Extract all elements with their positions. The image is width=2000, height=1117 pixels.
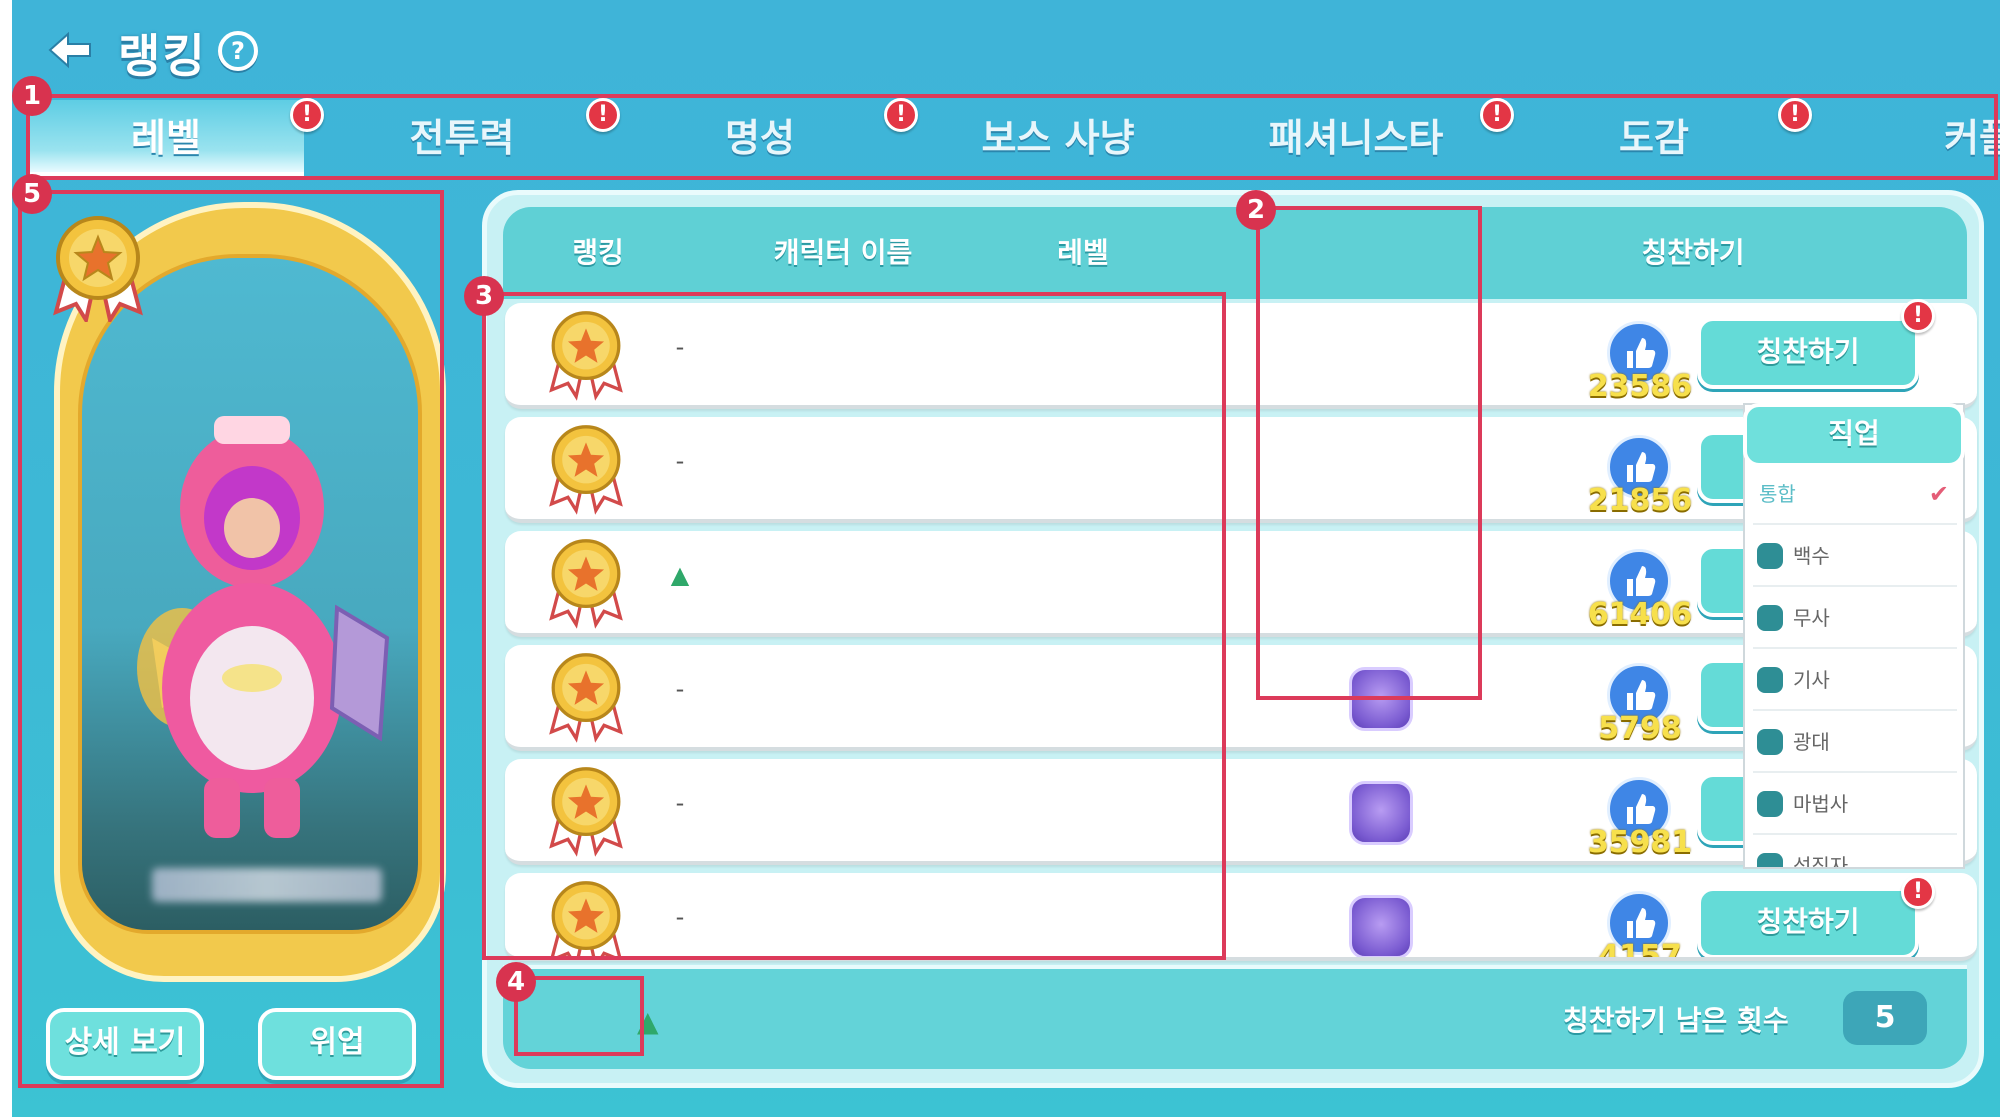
rank-change: -: [675, 675, 685, 703]
tab-level[interactable]: 레벨: [28, 100, 304, 176]
detail-view-button[interactable]: 상세 보기: [46, 1008, 204, 1080]
praise-alert-icon: !: [1901, 875, 1935, 909]
back-arrow-icon[interactable]: [46, 30, 94, 70]
job-mage-icon: [1349, 895, 1413, 957]
ranking-screen: 랭킹 ? 레벨 전투력 명성 보스 사냥 패셔니스타 도감 커플 ! ! ! !…: [12, 0, 2000, 1117]
job-dropdown-list: 통합 ✔ 백수 무사 기사 광대 마법사 성직자: [1743, 403, 1965, 869]
like-count: 4157: [1598, 939, 1682, 961]
annotation-marker-5: 5: [12, 174, 52, 214]
rank-medal-icon: [549, 653, 623, 743]
job-option-label: 무사: [1793, 606, 1830, 630]
job-warrior-icon: [1757, 605, 1783, 631]
ranking-tabs: 레벨 전투력 명성 보스 사냥 패셔니스타 도감 커플 ! ! ! ! !: [28, 98, 2000, 176]
job-option-label: 성직자: [1793, 854, 1849, 869]
job-mage-icon: [1757, 791, 1783, 817]
praise-button[interactable]: 칭찬하기: [1697, 887, 1919, 957]
rank-medal-icon: [549, 311, 623, 401]
tab-fashionista[interactable]: 패셔니스타: [1218, 100, 1494, 176]
rank-medal-icon: [549, 425, 623, 515]
tab-combat-alert-icon: !: [586, 98, 620, 132]
like-count: 5798: [1598, 711, 1682, 746]
column-praise: 칭찬하기: [1641, 236, 1745, 269]
job-dropdown-button[interactable]: 직업: [1743, 403, 1965, 467]
job-option-warrior[interactable]: 무사: [1753, 587, 1957, 649]
page-title: 랭킹: [118, 29, 207, 83]
job-mage-icon: [1349, 781, 1413, 845]
job-priest-icon: [1349, 667, 1413, 731]
rank-change: -: [675, 333, 685, 361]
job-jobless-icon: [1757, 543, 1783, 569]
my-rank-up-icon: ▲: [637, 1005, 659, 1038]
job-option-knight[interactable]: 기사: [1753, 649, 1957, 711]
tab-couple[interactable]: 커플: [1814, 100, 2000, 176]
like-count: 23586: [1587, 369, 1693, 404]
table-row: - 4157 칭찬하기 !: [505, 873, 1977, 961]
rank-change: -: [675, 903, 685, 931]
character-preview: [78, 254, 422, 934]
check-icon: ✔: [1928, 480, 1949, 508]
annotation-marker-1: 1: [12, 76, 52, 116]
rank-medal-icon: [549, 767, 623, 857]
table-row: - 23586 칭찬하기 !: [505, 299, 1977, 409]
tab-fame[interactable]: 명성: [622, 100, 898, 176]
like-count: 21856: [1587, 483, 1693, 518]
annotation-marker-4: 4: [496, 962, 536, 1002]
rank-change: -: [675, 447, 685, 475]
annotation-marker-2: 2: [1236, 190, 1276, 230]
job-priest-icon: [1757, 853, 1783, 867]
remaining-praise-count: 5: [1843, 991, 1927, 1045]
praise-button[interactable]: 칭찬하기: [1697, 317, 1919, 389]
remaining-praise-label: 칭찬하기 남은 횟수: [1563, 1004, 1789, 1037]
job-clown-icon: [1757, 729, 1783, 755]
rank-medal-icon: [549, 539, 623, 629]
job-option-label: 통합: [1759, 482, 1796, 506]
rank-up-icon: ▲: [670, 561, 690, 589]
rank-medal-icon: [550, 881, 622, 957]
column-rank: 랭킹: [572, 236, 624, 269]
achievement-button[interactable]: 위업: [258, 1008, 416, 1080]
tab-collection[interactable]: 도감: [1516, 100, 1792, 176]
job-option-label: 기사: [1793, 668, 1830, 692]
job-option-label: 백수: [1793, 544, 1830, 568]
praise-alert-icon: !: [1901, 299, 1935, 333]
help-icon[interactable]: ?: [218, 31, 258, 71]
job-option-priest[interactable]: 성직자: [1753, 835, 1957, 869]
job-option-clown[interactable]: 광대: [1753, 711, 1957, 773]
rank-change: -: [675, 789, 685, 817]
job-option-mage[interactable]: 마법사: [1753, 773, 1957, 835]
tab-boss-hunt[interactable]: 보스 사냥: [920, 100, 1196, 176]
character-avatar: [137, 416, 390, 838]
character-name-blurred: [152, 868, 382, 902]
job-option-jobless[interactable]: 백수: [1753, 525, 1957, 587]
tab-fame-alert-icon: !: [884, 98, 918, 132]
ranking-board: 랭킹 캐릭터 이름 레벨 칭찬하기 - 23586 칭찬하기 ! - 21856…: [482, 190, 1984, 1088]
job-option-label: 마법사: [1793, 792, 1849, 816]
job-knight-icon: [1757, 667, 1783, 693]
tab-collection-alert-icon: !: [1778, 98, 1812, 132]
rank-medal-icon: [53, 216, 143, 322]
like-count: 35981: [1587, 825, 1693, 860]
job-option-label: 광대: [1793, 730, 1830, 754]
tab-fashion-alert-icon: !: [1480, 98, 1514, 132]
table-header: 랭킹 캐릭터 이름 레벨 칭찬하기: [503, 207, 1967, 299]
job-option-all[interactable]: 통합 ✔: [1753, 463, 1957, 525]
tab-level-alert-icon: !: [290, 98, 324, 132]
tab-combat-power[interactable]: 전투력: [324, 100, 600, 176]
my-rank-footer: ▲ 칭찬하기 남은 횟수 5: [503, 965, 1967, 1069]
character-panel: 상세 보기 위업: [38, 196, 456, 1086]
column-character-name: 캐릭터 이름: [773, 236, 913, 269]
like-count: 61406: [1587, 597, 1693, 632]
column-level: 레벨: [1057, 236, 1109, 269]
annotation-marker-3: 3: [464, 276, 504, 316]
